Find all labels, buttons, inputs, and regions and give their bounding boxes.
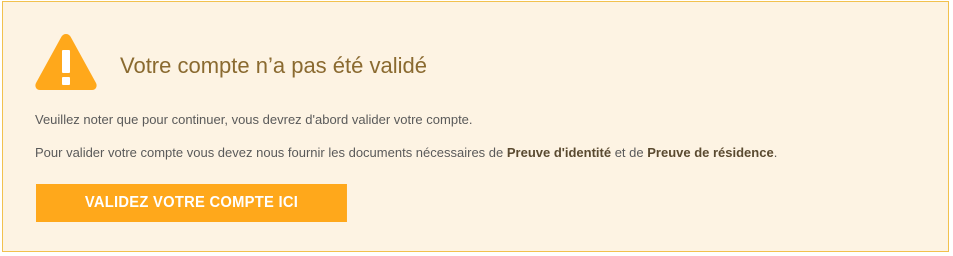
line2-prefix: Pour valider votre compte vous devez nou… xyxy=(35,145,507,160)
proof-of-residence-label: Preuve de résidence xyxy=(647,145,774,160)
validate-account-button[interactable]: VALIDEZ VOTRE COMPTE ICI xyxy=(36,184,347,222)
validate-account-button-label: VALIDEZ VOTRE COMPTE ICI xyxy=(84,194,299,211)
line2-middle: et de xyxy=(611,145,648,160)
validation-alert: Votre compte n’a pas été validé Veuillez… xyxy=(2,1,949,252)
info-text-line-1: Veuillez noter que pour continuer, vous … xyxy=(35,112,473,127)
info-text-line-2: Pour valider votre compte vous devez nou… xyxy=(35,144,777,162)
proof-of-identity-label: Preuve d'identité xyxy=(506,145,612,160)
alert-title: Votre compte n’a pas été validé xyxy=(120,53,427,78)
warning-triangle-icon xyxy=(35,34,97,90)
line2-suffix: . xyxy=(773,145,778,160)
